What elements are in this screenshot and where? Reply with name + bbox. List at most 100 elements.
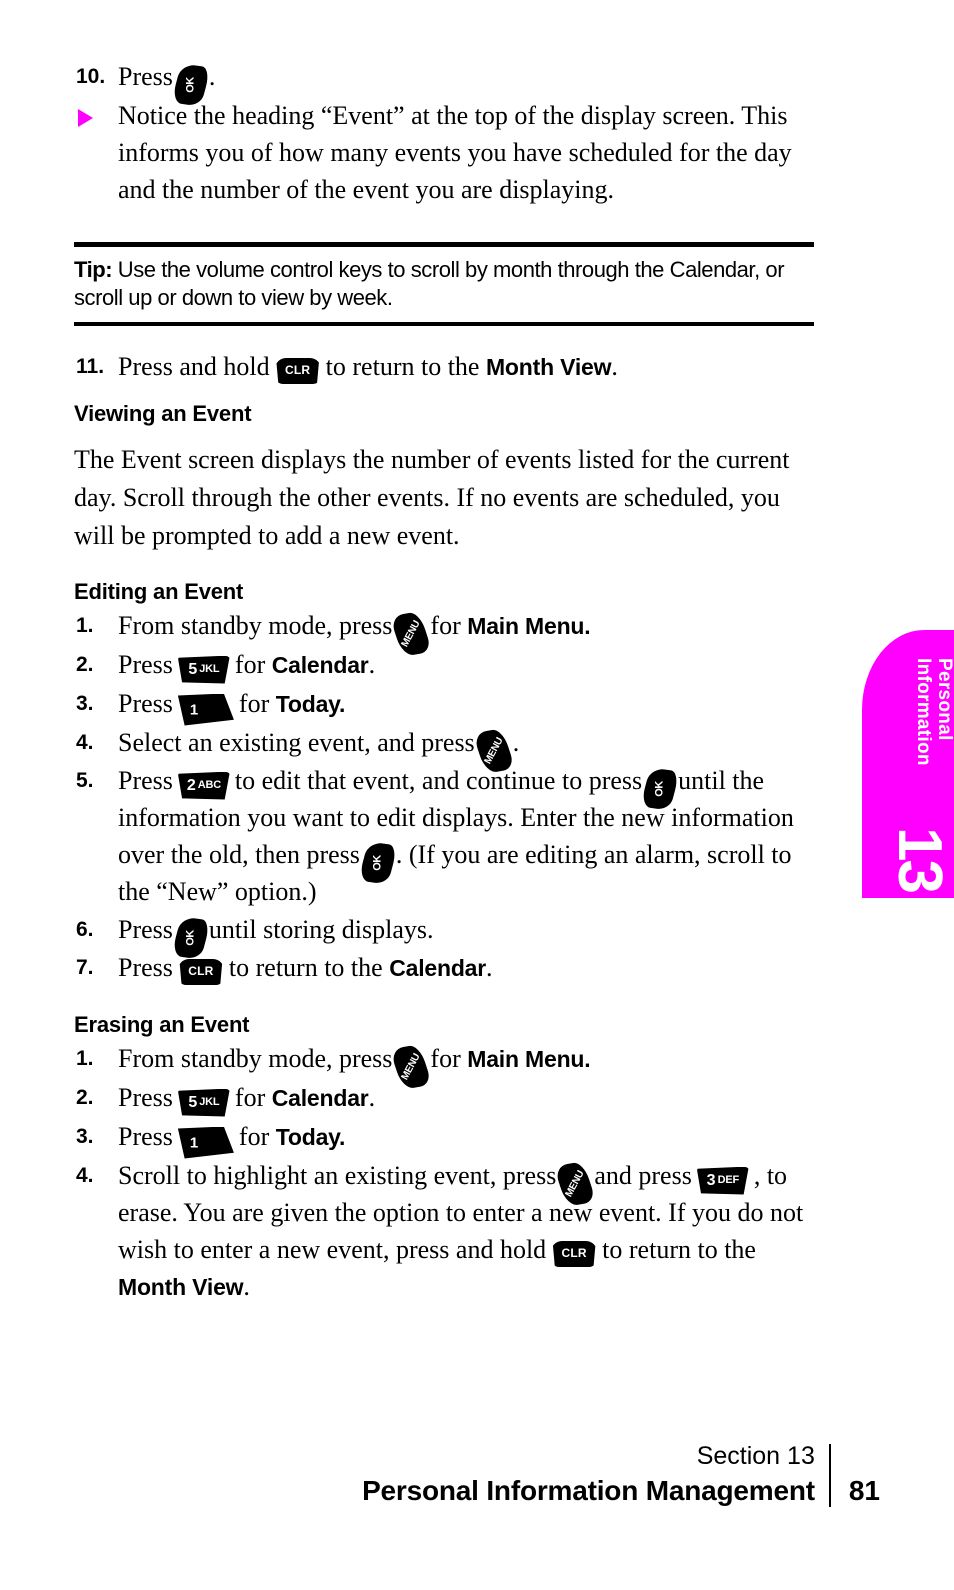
key-2-digit: 2	[186, 776, 196, 794]
erasing-step-2-text: Press	[118, 1083, 173, 1112]
step-10-text-after: .	[208, 62, 216, 91]
editing-step-7-bold: Calendar	[389, 955, 487, 981]
ok-key-label: OK	[653, 780, 666, 797]
footer-inner: Section 13 Personal Information Manageme…	[362, 1440, 880, 1509]
erasing-step-1-body: From standby mode, press MENU for Main Men…	[118, 1040, 814, 1090]
menu-key-icon: MENU	[472, 728, 516, 774]
editing-step-7-number: 7.	[76, 956, 94, 979]
erasing-step-4-p4: to return to the	[602, 1235, 756, 1264]
editing-step-3-text2: for	[238, 689, 270, 718]
editing-step-4-text: Select an existing event, and press	[118, 728, 475, 757]
triangle-bullet-icon	[78, 109, 93, 127]
editing-step-1: 1. From standby mode, press MENU for Main …	[74, 607, 814, 657]
key-5-letters: JKL	[199, 662, 220, 675]
editing-step-7-p1: Press	[118, 953, 173, 982]
key-3-def-icon: 3 DEF	[696, 1166, 749, 1195]
editing-step-1-text2: for	[430, 611, 461, 640]
editing-step-3-text: Press	[118, 689, 173, 718]
editing-step-3-bold: Today.	[275, 691, 346, 717]
editing-step-3-body: Press 1 for Today.	[118, 685, 814, 726]
bullet-marker	[74, 97, 118, 127]
key-3-letters: DEF	[717, 1173, 740, 1186]
erasing-step-4: 4. Scroll to highlight an existing event…	[74, 1157, 814, 1306]
erasing-step-2-text3: .	[368, 1083, 376, 1112]
editing-step-6-p2: until storing displays.	[208, 915, 434, 944]
key-1-digit: 1	[189, 1134, 199, 1152]
footer-section-label: Section 13	[696, 1442, 815, 1470]
key-1-digit: 1	[189, 701, 199, 719]
editing-step-7-body: Press CLR to return to the Calendar.	[118, 949, 814, 987]
erasing-step-3-text2: for	[238, 1122, 270, 1151]
ok-key-icon: OK	[640, 766, 681, 811]
key-1-icon: 1	[177, 693, 234, 726]
editing-step-5-number: 5.	[76, 769, 94, 792]
bullet-text: Notice the heading “Event” at the top of…	[118, 101, 792, 204]
erasing-step-3-text: Press	[118, 1122, 173, 1151]
bullet-notice-event: Notice the heading “Event” at the top of…	[74, 97, 814, 208]
side-tab-section-number: 13	[885, 827, 954, 892]
erasing-step-4-p1: Scroll to highlight an existing event, p…	[118, 1161, 557, 1190]
clr-key-icon: CLR	[551, 1241, 597, 1268]
key-5-digit: 5	[188, 660, 198, 678]
key-2-abc-icon: 2 ABC	[177, 771, 230, 800]
key-3-digit: 3	[706, 1171, 716, 1189]
erasing-step-4-number: 4.	[76, 1164, 94, 1187]
step-10-number: 10.	[76, 65, 106, 88]
erasing-step-1-text2: for	[430, 1044, 461, 1073]
step-10: 10. Press OK.	[74, 58, 814, 107]
erasing-step-3-bold: Today.	[275, 1124, 346, 1150]
editing-step-2-text2: for	[234, 650, 266, 679]
clr-key-icon: CLR	[275, 358, 321, 385]
erasing-step-2-number: 2.	[76, 1086, 94, 1109]
ok-key-icon: OK	[170, 62, 211, 107]
erasing-step-1-number: 1.	[76, 1047, 94, 1070]
heading-viewing-an-event: Viewing an Event	[74, 401, 252, 426]
clr-key-label: CLR	[188, 964, 214, 979]
page-content: 10. Press OK. Notice the heading “Event” …	[74, 58, 814, 1307]
erasing-step-4-p5: .	[243, 1272, 250, 1301]
editing-step-6-body: Press OK until storing displays.	[118, 911, 814, 960]
erasing-step-1-text: From standby mode, press	[118, 1044, 393, 1073]
erasing-step-3-number: 3.	[76, 1125, 94, 1148]
editing-step-5-p2: to edit that event, and continue to pres…	[234, 766, 643, 795]
editing-step-1-body: From standby mode, press MENU for Main Men…	[118, 607, 814, 657]
editing-step-6-number: 6.	[76, 918, 94, 941]
key-5-jkl-icon: 5 JKL	[177, 1088, 230, 1117]
editing-step-2-text: Press	[118, 650, 173, 679]
erasing-step-2: 2. Press 5 JKL for Calendar.	[74, 1079, 814, 1117]
editing-step-3: 3. Press 1 for Today.	[74, 685, 814, 726]
editing-step-2-text3: .	[368, 650, 376, 679]
editing-step-1-bold: Main Menu.	[467, 613, 591, 639]
side-tab-line-1: Personal	[934, 658, 954, 741]
key-1-icon: 1	[177, 1126, 234, 1159]
footer-title-label: Personal Information Management	[362, 1475, 815, 1506]
editing-step-4-body: Select an existing event, and press MENU.	[118, 724, 814, 774]
page-footer: Section 13 Personal Information Manageme…	[0, 1440, 954, 1520]
key-5-jkl-icon: 5 JKL	[177, 655, 230, 684]
ok-key-label: OK	[371, 854, 384, 871]
erasing-step-4-body: Scroll to highlight an existing event, p…	[118, 1157, 814, 1306]
clr-key-label: CLR	[285, 363, 311, 378]
step-11: 11. Press and hold CLR to return to the Mo…	[74, 348, 814, 386]
editing-step-6-p1: Press	[118, 915, 173, 944]
clr-key-icon: CLR	[178, 959, 224, 986]
step-10-body: Press OK.	[118, 58, 814, 107]
step-11-number: 11.	[76, 355, 105, 378]
editing-step-5: 5. Press 2 ABC to edit that event, and cont…	[74, 762, 814, 910]
ok-key-label: OK	[184, 76, 197, 93]
step-11-text-after: .	[611, 352, 618, 381]
manual-page: Personal Information 13 10. Press OK. Not…	[0, 0, 954, 1590]
side-tab-line-2: Information	[913, 658, 934, 766]
tip-box: Tip: Use the volume control keys to scro…	[74, 242, 814, 326]
tip-body: Tip: Use the volume control keys to scro…	[74, 247, 814, 322]
ok-key-icon: OK	[357, 840, 398, 885]
erasing-step-4-bold: Month View	[118, 1274, 244, 1300]
editing-step-5-p1: Press	[118, 766, 173, 795]
ok-key-icon: OK	[170, 915, 211, 960]
key-5-letters: JKL	[199, 1095, 220, 1108]
erasing-step-2-body: Press 5 JKL for Calendar.	[118, 1079, 814, 1117]
erasing-step-3-body: Press 1 for Today.	[118, 1118, 814, 1159]
step-11-text-middle: to return to the	[325, 352, 480, 381]
clr-key-label: CLR	[561, 1246, 587, 1261]
erasing-step-3: 3. Press 1 for Today.	[74, 1118, 814, 1159]
